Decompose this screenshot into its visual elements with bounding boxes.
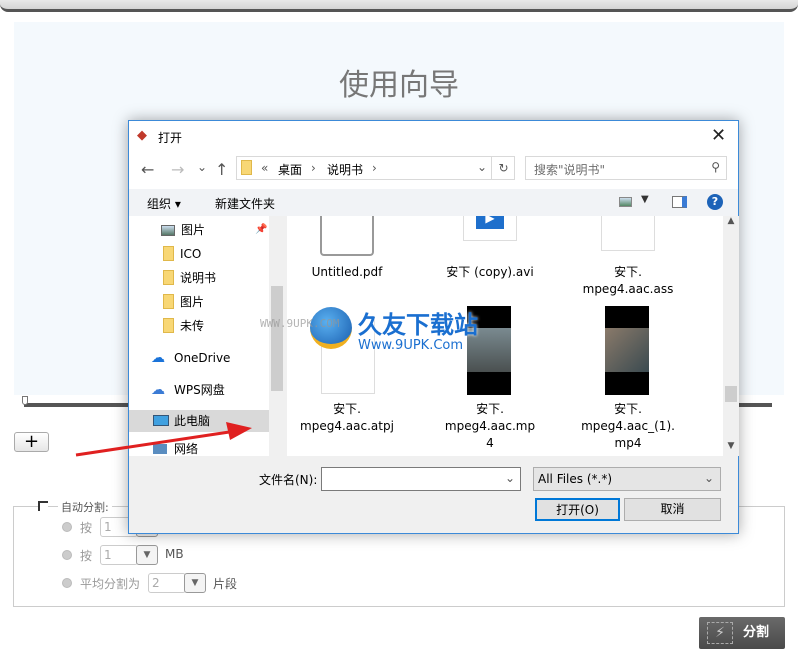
arrow-head xyxy=(226,422,252,440)
arrow-shaft xyxy=(75,429,237,457)
red-arrow-annotation xyxy=(75,422,252,457)
